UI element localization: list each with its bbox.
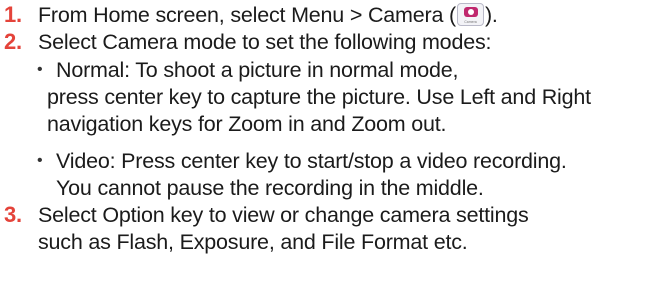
bullet-video-line-2: You cannot pause the recording in the mi… <box>56 176 484 200</box>
bullet-normal-line-3: navigation keys for Zoom in and Zoom out… <box>47 112 447 136</box>
step-3-number: 3. <box>4 202 22 227</box>
camera-icon-caption: Camera <box>464 20 477 24</box>
bullet-video-line-1: Video: Press center key to start/stop a … <box>56 149 567 173</box>
step-2-text: Select Camera mode to set the following … <box>38 30 492 54</box>
step-3-line-1: Select Option key to view or change came… <box>38 203 529 227</box>
bullet-normal-line-2: press center key to capture the picture.… <box>47 85 591 109</box>
bullet-normal-line-1: Normal: To shoot a picture in normal mod… <box>56 58 459 82</box>
camera-body-shape <box>463 7 478 17</box>
camera-app-icon: Camera <box>456 3 484 26</box>
bullet-dot: • <box>37 152 43 169</box>
step-2-number: 2. <box>4 29 22 54</box>
step-3-line-2: such as Flash, Exposure, and File Format… <box>38 230 468 254</box>
camera-lens-shape <box>467 9 474 15</box>
bullet-dot: • <box>37 61 43 78</box>
step-1-text-after: ). <box>484 3 498 27</box>
step-1-text: From Home screen, select Menu > Camera (… <box>38 2 498 28</box>
step-1-number: 1. <box>4 2 22 27</box>
step-1-text-before: From Home screen, select Menu > Camera ( <box>38 3 456 27</box>
